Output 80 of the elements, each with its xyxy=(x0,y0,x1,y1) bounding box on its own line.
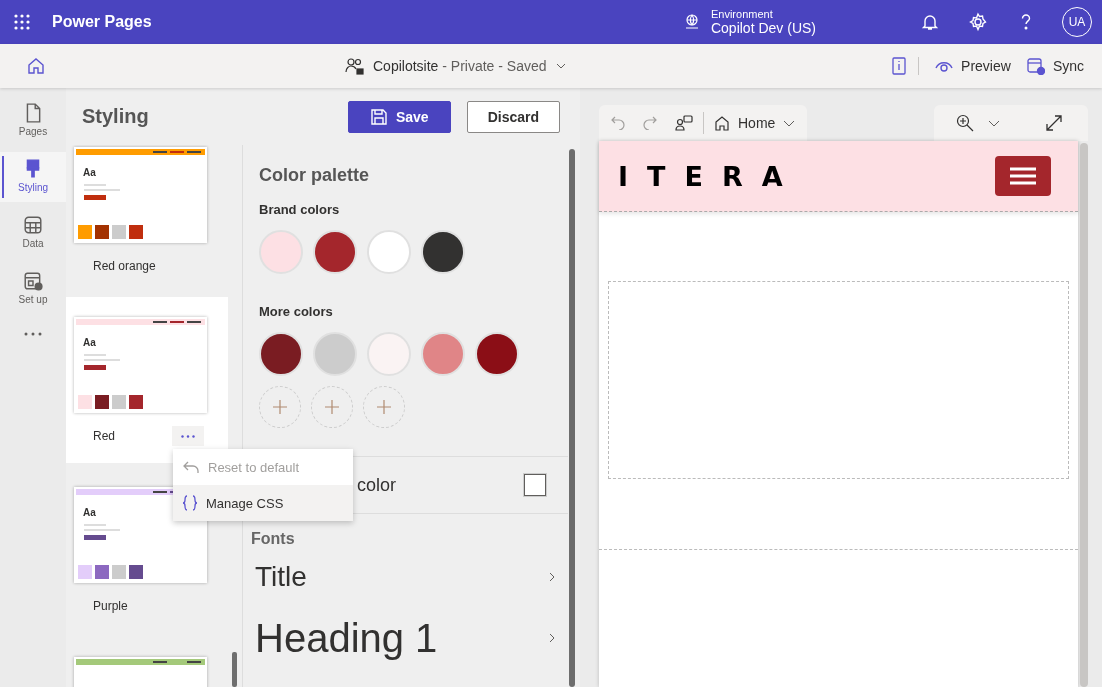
scrollbar[interactable] xyxy=(569,149,575,687)
theme-name: Red xyxy=(93,429,116,443)
eye-icon xyxy=(935,59,954,73)
plus-icon xyxy=(324,399,340,415)
scrollbar[interactable] xyxy=(1080,143,1088,687)
text-line xyxy=(84,189,120,191)
text-line xyxy=(84,184,106,186)
nav-item[interactable]: Data xyxy=(0,208,66,258)
app-title: Power Pages xyxy=(52,13,152,31)
accent-bar xyxy=(84,195,106,200)
people-chat-icon[interactable] xyxy=(675,115,693,131)
color-swatch[interactable] xyxy=(475,332,519,376)
theme-name: Red orange xyxy=(93,259,157,273)
nav-item[interactable]: Styling xyxy=(0,152,66,202)
color-swatch[interactable] xyxy=(313,332,357,376)
plus-icon xyxy=(272,399,288,415)
more-icon[interactable] xyxy=(24,332,42,336)
setting-label: color xyxy=(357,474,397,496)
theme-preview[interactable]: Aa xyxy=(74,487,207,583)
scrollbar[interactable] xyxy=(232,652,237,687)
settings-window-icon xyxy=(23,271,43,291)
environment-label: Environment xyxy=(710,8,774,20)
theme-name: Purple xyxy=(93,599,129,613)
group-label: Brand colors xyxy=(259,202,341,217)
theme-preview[interactable]: Aa xyxy=(74,147,207,243)
menu-icon xyxy=(1010,167,1036,185)
sample-text: Aa xyxy=(83,167,97,178)
chevron-right-icon xyxy=(548,571,556,583)
color-swatch[interactable] xyxy=(367,230,411,274)
settings-icon[interactable] xyxy=(968,12,988,32)
sync-icon xyxy=(1026,57,1045,75)
braces-icon xyxy=(182,495,198,511)
menu-button[interactable] xyxy=(995,156,1051,196)
app-launcher-icon[interactable] xyxy=(14,14,30,30)
nav-item[interactable]: Pages xyxy=(0,96,66,146)
section-title: Color palette xyxy=(259,165,370,186)
undo-icon xyxy=(182,460,200,474)
sync-button[interactable]: Sync xyxy=(1018,57,1092,75)
people-lock-icon xyxy=(345,56,365,76)
text-line xyxy=(84,529,120,531)
expand-icon[interactable] xyxy=(1046,115,1062,131)
group-label: More colors xyxy=(259,304,334,319)
preview-button[interactable]: Preview xyxy=(927,58,1019,74)
color-swatch[interactable] xyxy=(367,332,411,376)
panel-title: Styling xyxy=(82,105,150,128)
table-icon xyxy=(23,215,43,235)
page-dropdown[interactable]: Home xyxy=(714,115,796,131)
color-swatch[interactable] xyxy=(421,332,465,376)
info-icon[interactable] xyxy=(892,57,907,75)
font-style-item[interactable]: Heading 1 xyxy=(255,606,556,670)
plus-icon xyxy=(376,399,392,415)
save-button[interactable]: Save xyxy=(347,100,451,133)
save-icon xyxy=(370,108,387,125)
color-swatch[interactable] xyxy=(259,332,303,376)
discard-button[interactable]: Discard xyxy=(466,100,560,133)
theme-preview[interactable]: Aa xyxy=(74,317,207,413)
site-logo: ITERA xyxy=(618,160,802,192)
sample-text: Aa xyxy=(83,507,97,518)
color-swatch[interactable] xyxy=(259,230,303,274)
font-style-item[interactable]: Title xyxy=(255,548,556,606)
accent-bar xyxy=(84,365,106,370)
more-icon xyxy=(181,434,195,438)
checkbox[interactable] xyxy=(524,474,546,496)
text-line xyxy=(84,354,106,356)
notifications-icon[interactable] xyxy=(920,12,940,32)
site-name: Copilotsite - Private - Saved xyxy=(373,58,547,74)
color-swatch[interactable] xyxy=(313,230,357,274)
text-line xyxy=(84,524,106,526)
nav-item[interactable]: Set up xyxy=(0,264,66,314)
menu-item[interactable]: Manage CSS xyxy=(173,485,353,521)
environment-name[interactable]: Copilot Dev (US) xyxy=(710,20,816,36)
home-icon[interactable] xyxy=(27,57,45,75)
chevron-right-icon xyxy=(548,632,556,644)
section-title: Fonts xyxy=(251,530,296,548)
color-swatch[interactable] xyxy=(421,230,465,274)
zoom-in-icon[interactable] xyxy=(956,114,974,132)
text-line xyxy=(84,359,120,361)
accent-bar xyxy=(84,535,106,540)
sample-text: Aa xyxy=(83,337,97,348)
home-icon xyxy=(714,115,730,131)
